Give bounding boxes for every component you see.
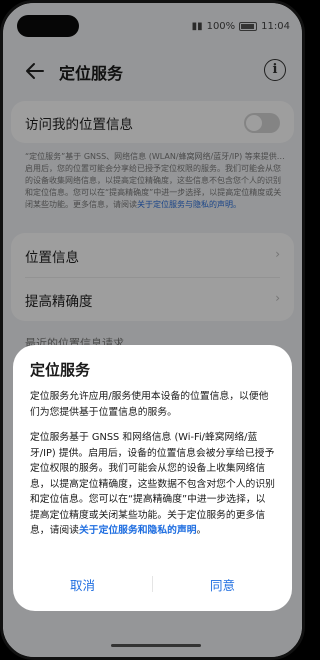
home-indicator[interactable] xyxy=(111,644,201,647)
dialog-paragraph-2: 定位服务基于 GNSS 和网络信息 (Wi-Fi/蜂窝网络/蓝牙/IP) 提供。… xyxy=(30,430,275,539)
dialog-paragraph-2-text: 定位服务基于 GNSS 和网络信息 (Wi-Fi/蜂窝网络/蓝牙/IP) 提供。… xyxy=(30,432,275,536)
dialog-paragraph-2-end: 。 xyxy=(196,525,207,536)
dialog-button-row: 取消 同意 xyxy=(13,573,292,595)
privacy-statement-link[interactable]: 关于定位服务和隐私的声明 xyxy=(79,525,197,536)
agree-button[interactable]: 同意 xyxy=(153,575,292,594)
cancel-button[interactable]: 取消 xyxy=(13,575,152,594)
dialog-paragraph-1: 定位服务允许应用/服务使用本设备的位置信息，以便他们为您提供基于位置信息的服务。 xyxy=(30,391,269,418)
dialog-title: 定位服务 xyxy=(30,361,91,379)
location-consent-dialog: 定位服务 定位服务允许应用/服务使用本设备的位置信息，以便他们为您提供基于位置信… xyxy=(13,345,292,611)
phone-screen: ▮▮ 100% 11:04 定位服务 i 访问我的位置信息 “定位服务”基于 G… xyxy=(0,0,305,660)
